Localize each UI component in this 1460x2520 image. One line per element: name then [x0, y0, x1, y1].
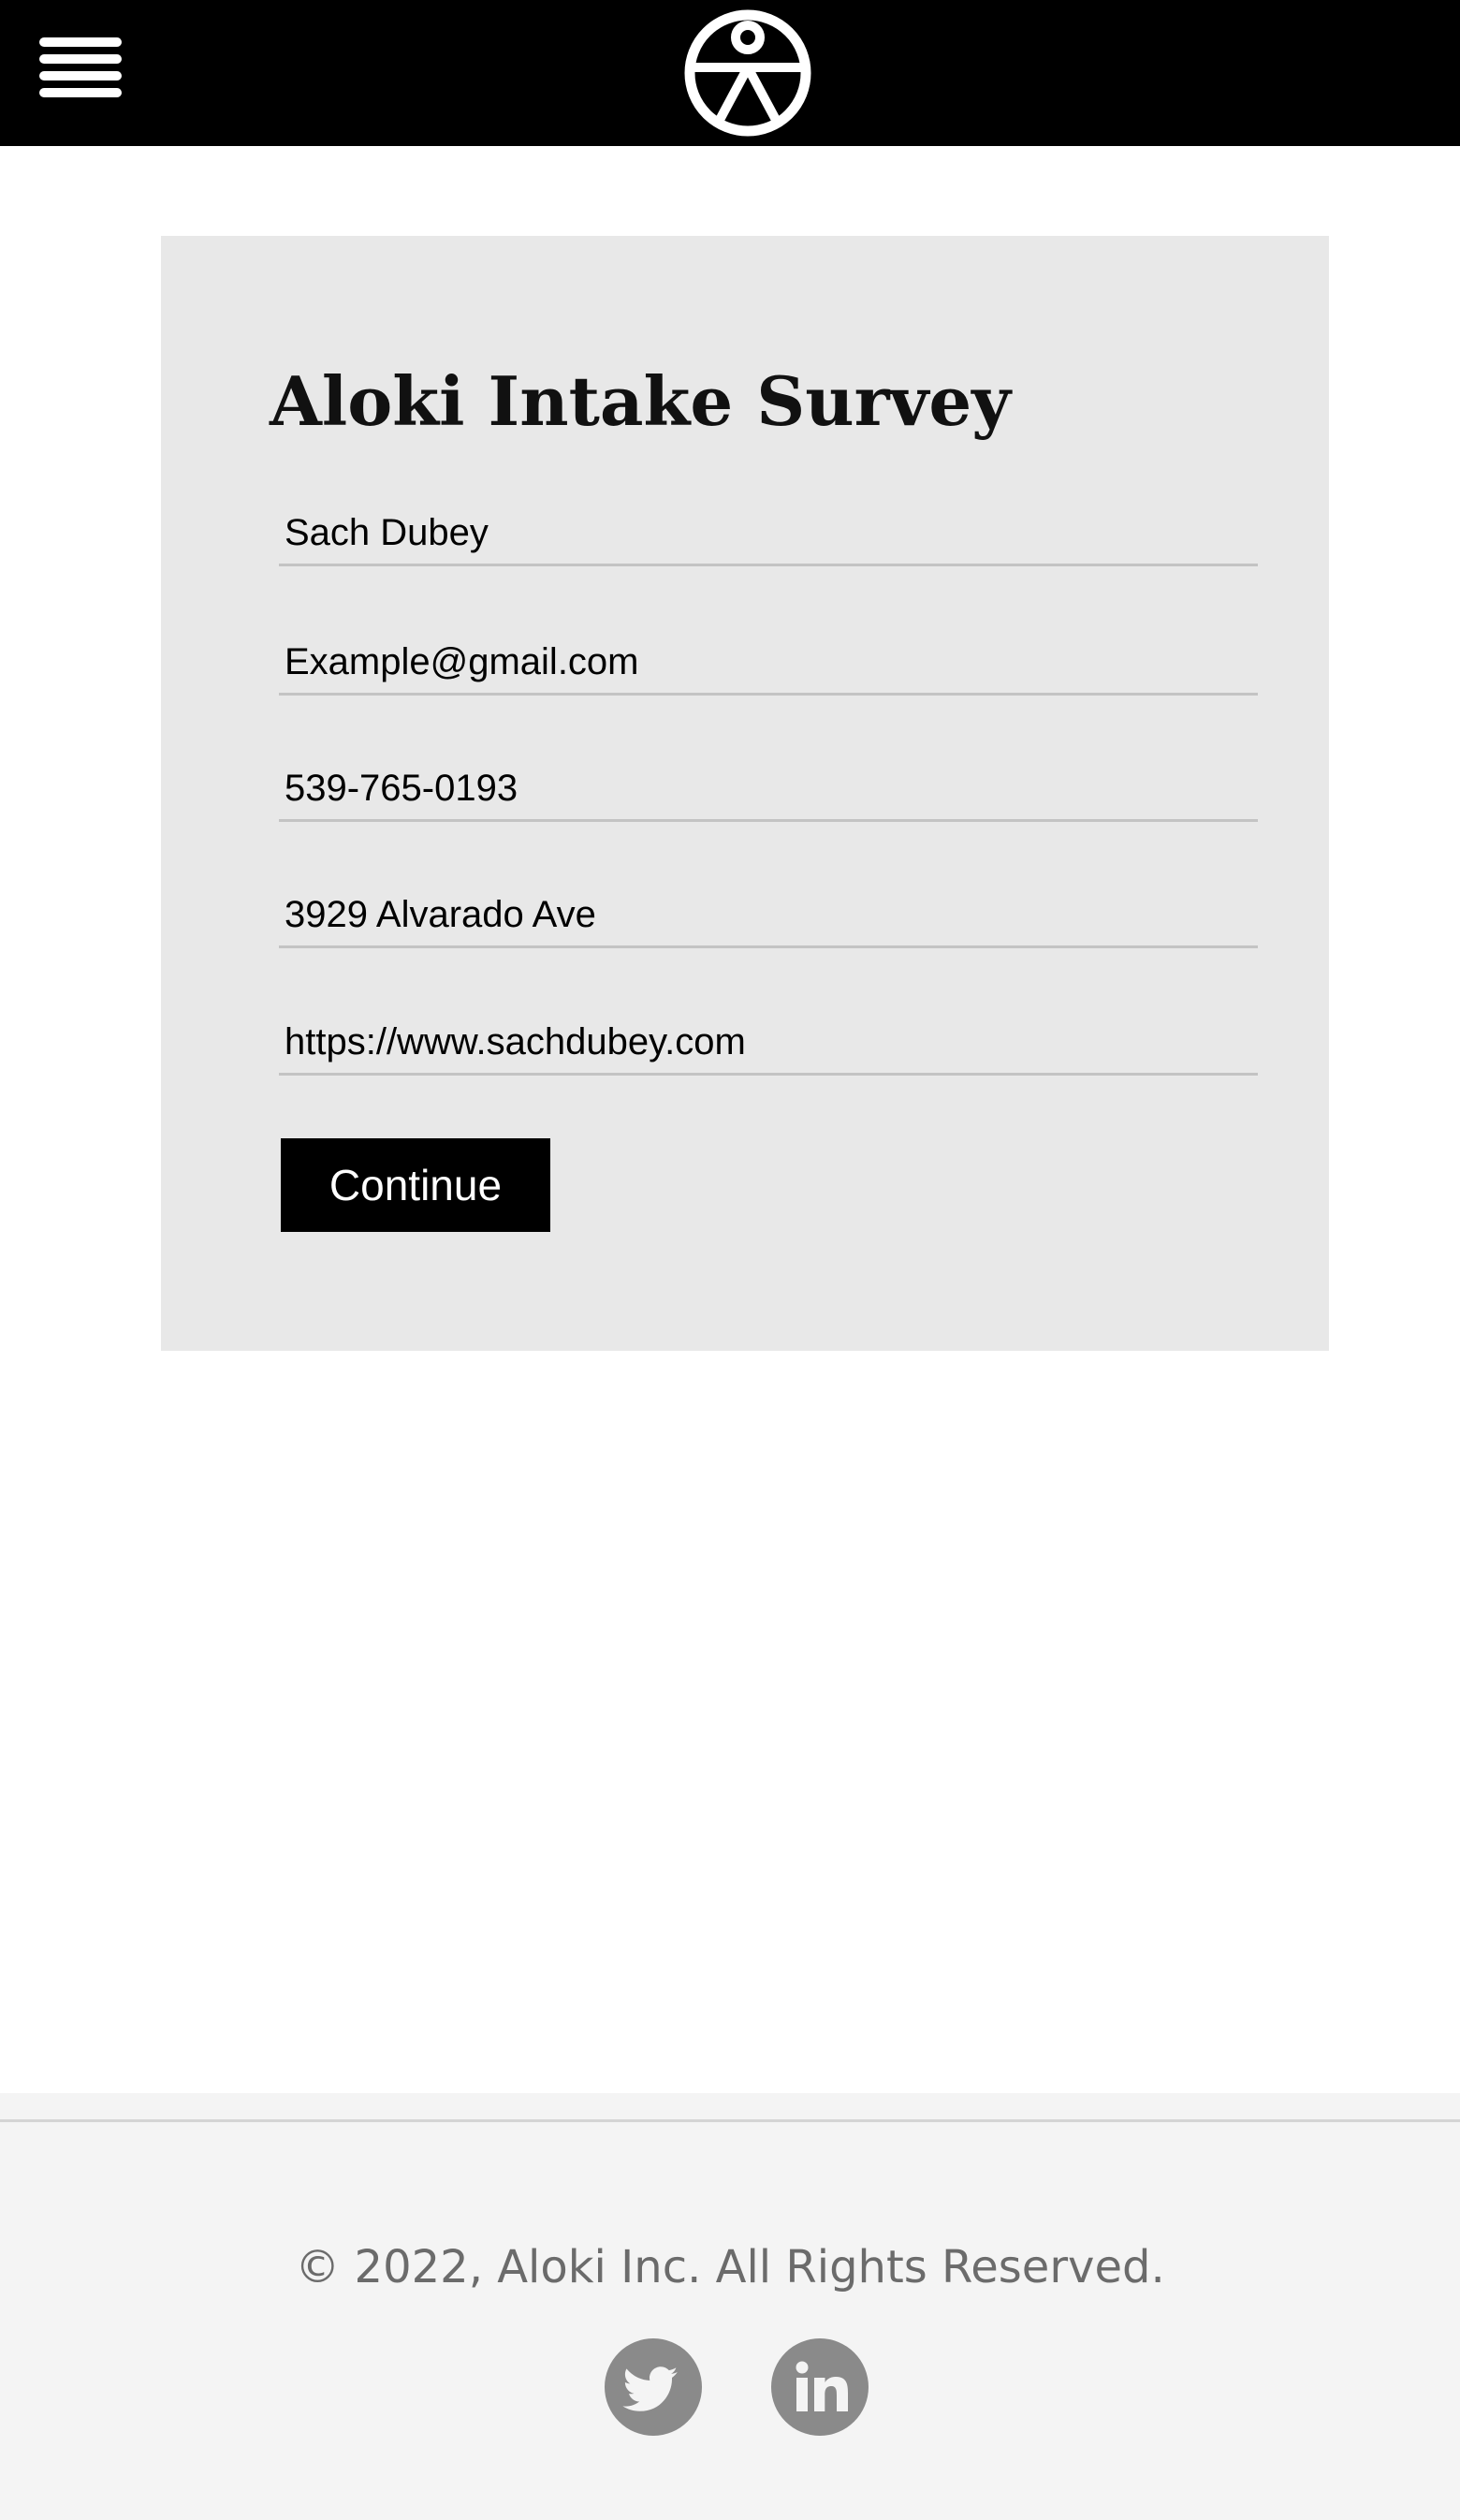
- phone-field[interactable]: [279, 762, 1258, 822]
- footer: © 2022, Aloki Inc. All Rights Reserved.: [0, 2093, 1460, 2520]
- email-field[interactable]: [279, 636, 1258, 696]
- form-title: Aloki Intake Survey: [270, 361, 1011, 441]
- top-nav-bar: [0, 0, 1460, 146]
- twitter-icon: [605, 2338, 702, 2436]
- footer-divider: [0, 2119, 1460, 2122]
- address-field[interactable]: [279, 888, 1258, 948]
- website-field[interactable]: [279, 1016, 1258, 1076]
- hamburger-menu-icon: [36, 34, 125, 105]
- website-input[interactable]: [279, 1016, 1258, 1073]
- name-field[interactable]: [279, 506, 1258, 566]
- address-input[interactable]: [279, 888, 1258, 945]
- aloki-person-logo-icon: [684, 9, 811, 137]
- email-input[interactable]: [279, 636, 1258, 693]
- linkedin-link[interactable]: [771, 2338, 869, 2436]
- aloki-logo[interactable]: [684, 9, 811, 137]
- hamburger-menu-button[interactable]: [36, 34, 125, 105]
- copyright-text: © 2022, Aloki Inc. All Rights Reserved.: [295, 2241, 1165, 2293]
- phone-input[interactable]: [279, 762, 1258, 819]
- intake-survey-card: Aloki Intake Survey Continue: [161, 236, 1329, 1351]
- twitter-link[interactable]: [605, 2338, 702, 2436]
- linkedin-icon: [771, 2338, 869, 2436]
- name-input[interactable]: [279, 506, 1258, 564]
- continue-button[interactable]: Continue: [281, 1138, 550, 1232]
